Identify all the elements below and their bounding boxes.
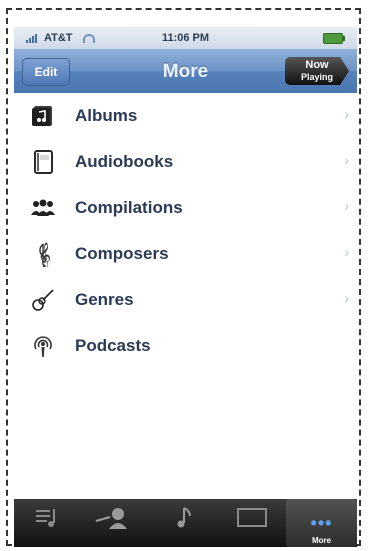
chevron-right-icon: › bbox=[344, 290, 349, 306]
tab-videos[interactable] bbox=[218, 499, 286, 547]
list-item-label: Compilations bbox=[75, 198, 183, 217]
tab-bar: ••• More bbox=[14, 499, 357, 547]
songs-icon bbox=[177, 507, 191, 528]
list-item-label: Albums bbox=[75, 106, 138, 125]
more-list: Albums › Audiobooks › Compilations › 𝄞 C… bbox=[14, 93, 357, 369]
guitar-icon bbox=[32, 289, 54, 311]
list-item-composers[interactable]: 𝄞 Composers › bbox=[14, 231, 357, 277]
status-bar: AT&T 11:06 PM bbox=[14, 27, 357, 49]
status-time: 11:06 PM bbox=[161, 32, 210, 44]
list-item-podcasts[interactable]: Podcasts bbox=[14, 323, 357, 369]
list-item-label: Audiobooks bbox=[75, 152, 174, 171]
tab-playlists[interactable] bbox=[14, 499, 82, 547]
list-item-albums[interactable]: Albums › bbox=[14, 93, 357, 139]
tab-artists[interactable] bbox=[82, 499, 150, 547]
now-playing-label-line1: Now bbox=[305, 59, 329, 71]
list-item-label: Genres bbox=[75, 290, 134, 309]
videos-icon bbox=[237, 508, 267, 527]
artists-icon bbox=[95, 508, 127, 529]
list-item-audiobooks[interactable]: Audiobooks › bbox=[14, 139, 357, 185]
list-item-label: Composers bbox=[75, 244, 169, 263]
phone-screen: AT&T 11:06 PM Edit More Now Playing Albu… bbox=[14, 27, 357, 547]
treble-clef-icon: 𝄞 bbox=[38, 242, 51, 267]
playlists-icon bbox=[36, 509, 55, 527]
tab-songs[interactable] bbox=[150, 499, 218, 547]
navigation-bar: Edit More Now Playing bbox=[14, 49, 357, 93]
list-item-genres[interactable]: Genres › bbox=[14, 277, 357, 323]
tab-more[interactable]: ••• More bbox=[286, 499, 357, 547]
battery-icon bbox=[323, 33, 345, 44]
now-playing-label-line2: Playing bbox=[300, 72, 333, 82]
now-playing-button[interactable]: Now Playing bbox=[285, 57, 349, 85]
list-item-compilations[interactable]: Compilations › bbox=[14, 185, 357, 231]
list-item-label: Podcasts bbox=[75, 336, 151, 355]
chevron-right-icon: › bbox=[344, 152, 349, 168]
book-icon bbox=[34, 150, 53, 174]
podcast-icon bbox=[34, 336, 52, 357]
people-icon bbox=[31, 199, 55, 216]
chevron-right-icon: › bbox=[344, 198, 349, 214]
chevron-right-icon: › bbox=[344, 106, 349, 122]
more-icon: ••• bbox=[310, 513, 333, 533]
chevron-right-icon: › bbox=[344, 244, 349, 260]
album-icon bbox=[32, 106, 52, 126]
svg-text:𝄞: 𝄞 bbox=[38, 242, 51, 267]
tab-label: More bbox=[311, 536, 332, 545]
